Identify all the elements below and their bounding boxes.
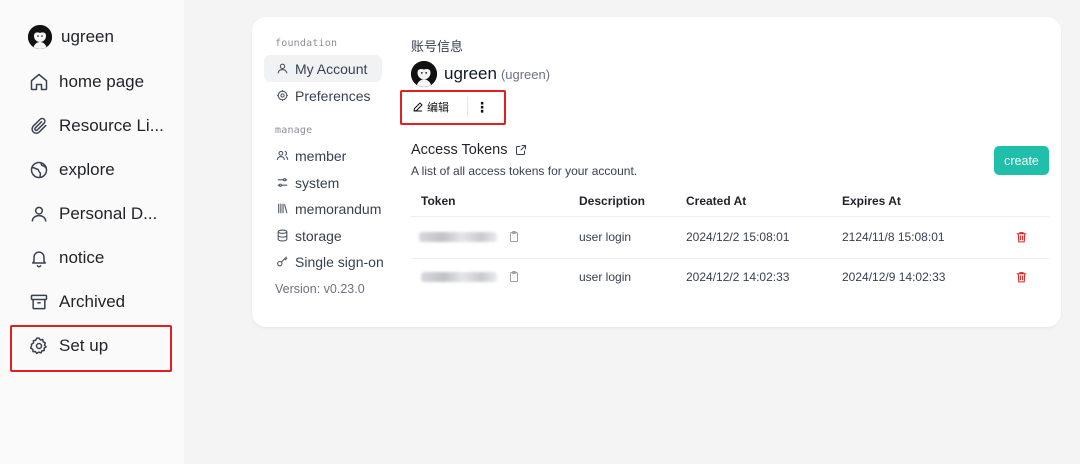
user-name: ugreen xyxy=(61,27,114,46)
settings-item-member[interactable]: member xyxy=(264,142,346,169)
settings-item-system[interactable]: system xyxy=(264,169,339,196)
user-icon xyxy=(28,203,50,225)
settings-item-label: member xyxy=(295,147,347,164)
sidebar-item-notice[interactable]: notice xyxy=(28,246,104,270)
token-value-redacted xyxy=(419,232,497,242)
sidebar-item-label: Personal D... xyxy=(59,204,158,223)
database-icon xyxy=(275,229,289,243)
settings-item-label: My Account xyxy=(295,60,368,77)
cog-icon xyxy=(275,89,289,103)
table-divider xyxy=(411,216,1049,217)
column-header-expires: Expires At xyxy=(842,194,901,208)
avatar xyxy=(28,25,52,49)
edit-button-label: 编辑 xyxy=(427,102,449,114)
access-tokens-title: Access Tokens xyxy=(411,142,527,158)
clipboard-icon[interactable] xyxy=(508,230,520,243)
version-text: Version: v0.23.0 xyxy=(275,282,365,296)
account-handle: (ugreen) xyxy=(500,66,551,82)
row-created-at: 2024/12/2 15:08:01 xyxy=(686,230,790,244)
access-tokens-title-text: Access Tokens xyxy=(411,142,508,158)
sliders-icon xyxy=(275,176,289,190)
sidebar-item-home[interactable]: home page xyxy=(28,70,144,94)
settings-item-label: memorandum xyxy=(295,200,382,217)
app-sidebar: ugreen home page Resource Li... explore … xyxy=(0,0,184,464)
sidebar-item-label: Resource Li... xyxy=(59,116,164,135)
section-label-foundation: foundation xyxy=(275,38,338,49)
external-link-icon[interactable] xyxy=(515,144,527,156)
settings-item-my-account[interactable]: My Account xyxy=(264,55,382,82)
paperclip-icon xyxy=(28,115,50,137)
users-icon xyxy=(275,149,289,163)
trash-icon[interactable] xyxy=(1015,230,1028,244)
settings-item-label: Single sign-on xyxy=(295,253,384,270)
row-expires-at: 2024/12/9 14:02:33 xyxy=(842,270,946,284)
account-info-title: 账号信息 xyxy=(411,39,464,54)
row-created-at: 2024/12/2 14:02:33 xyxy=(686,270,790,284)
setup-highlight-box xyxy=(10,325,172,372)
user-icon xyxy=(275,62,289,76)
sidebar-item-label: Archived xyxy=(59,292,126,311)
home-icon xyxy=(28,71,50,93)
sidebar-item-archived[interactable]: Archived xyxy=(28,290,125,314)
access-tokens-subtitle: A list of all access tokens for your acc… xyxy=(411,164,638,178)
table-divider xyxy=(411,258,1049,259)
globe-icon xyxy=(28,159,50,181)
sidebar-item-label: home page xyxy=(59,72,145,91)
column-header-description: Description xyxy=(579,194,646,208)
archive-icon xyxy=(28,291,50,313)
token-value-redacted xyxy=(421,272,497,282)
user-profile[interactable]: ugreen xyxy=(28,25,114,49)
settings-item-sso[interactable]: Single sign-on xyxy=(264,248,384,275)
section-label-manage: manage xyxy=(275,125,313,136)
sidebar-item-label: notice xyxy=(59,248,105,267)
column-header-token: Token xyxy=(421,194,456,208)
sidebar-item-personal[interactable]: Personal D... xyxy=(28,202,157,226)
settings-item-label: system xyxy=(295,174,340,191)
sidebar-item-explore[interactable]: explore xyxy=(28,158,115,182)
settings-item-preferences[interactable]: Preferences xyxy=(264,82,370,109)
row-description: user login xyxy=(579,270,632,284)
pencil-icon xyxy=(413,102,423,112)
key-icon xyxy=(275,255,289,269)
settings-item-storage[interactable]: storage xyxy=(264,222,342,249)
column-header-created: Created At xyxy=(686,194,747,208)
settings-item-memorandum[interactable]: memorandum xyxy=(264,195,381,222)
row-description: user login xyxy=(579,230,632,244)
avatar xyxy=(411,61,437,87)
edit-button[interactable]: 编辑 xyxy=(412,97,449,117)
account-user-row: ugreen (ugreen) xyxy=(411,61,550,87)
row-expires-at: 2124/11/8 15:08:01 xyxy=(842,230,945,244)
button-divider xyxy=(467,97,468,117)
library-icon xyxy=(275,202,289,216)
bell-icon xyxy=(28,247,50,269)
create-token-button[interactable]: create xyxy=(994,146,1049,175)
trash-icon[interactable] xyxy=(1015,270,1028,284)
account-username: ugreen xyxy=(444,64,497,83)
settings-item-label: storage xyxy=(295,227,342,244)
settings-item-label: Preferences xyxy=(295,87,371,104)
sidebar-item-resources[interactable]: Resource Li... xyxy=(28,114,164,138)
more-options-button[interactable]: ⋮ xyxy=(474,97,490,117)
clipboard-icon[interactable] xyxy=(508,270,520,283)
sidebar-item-label: explore xyxy=(59,160,115,179)
